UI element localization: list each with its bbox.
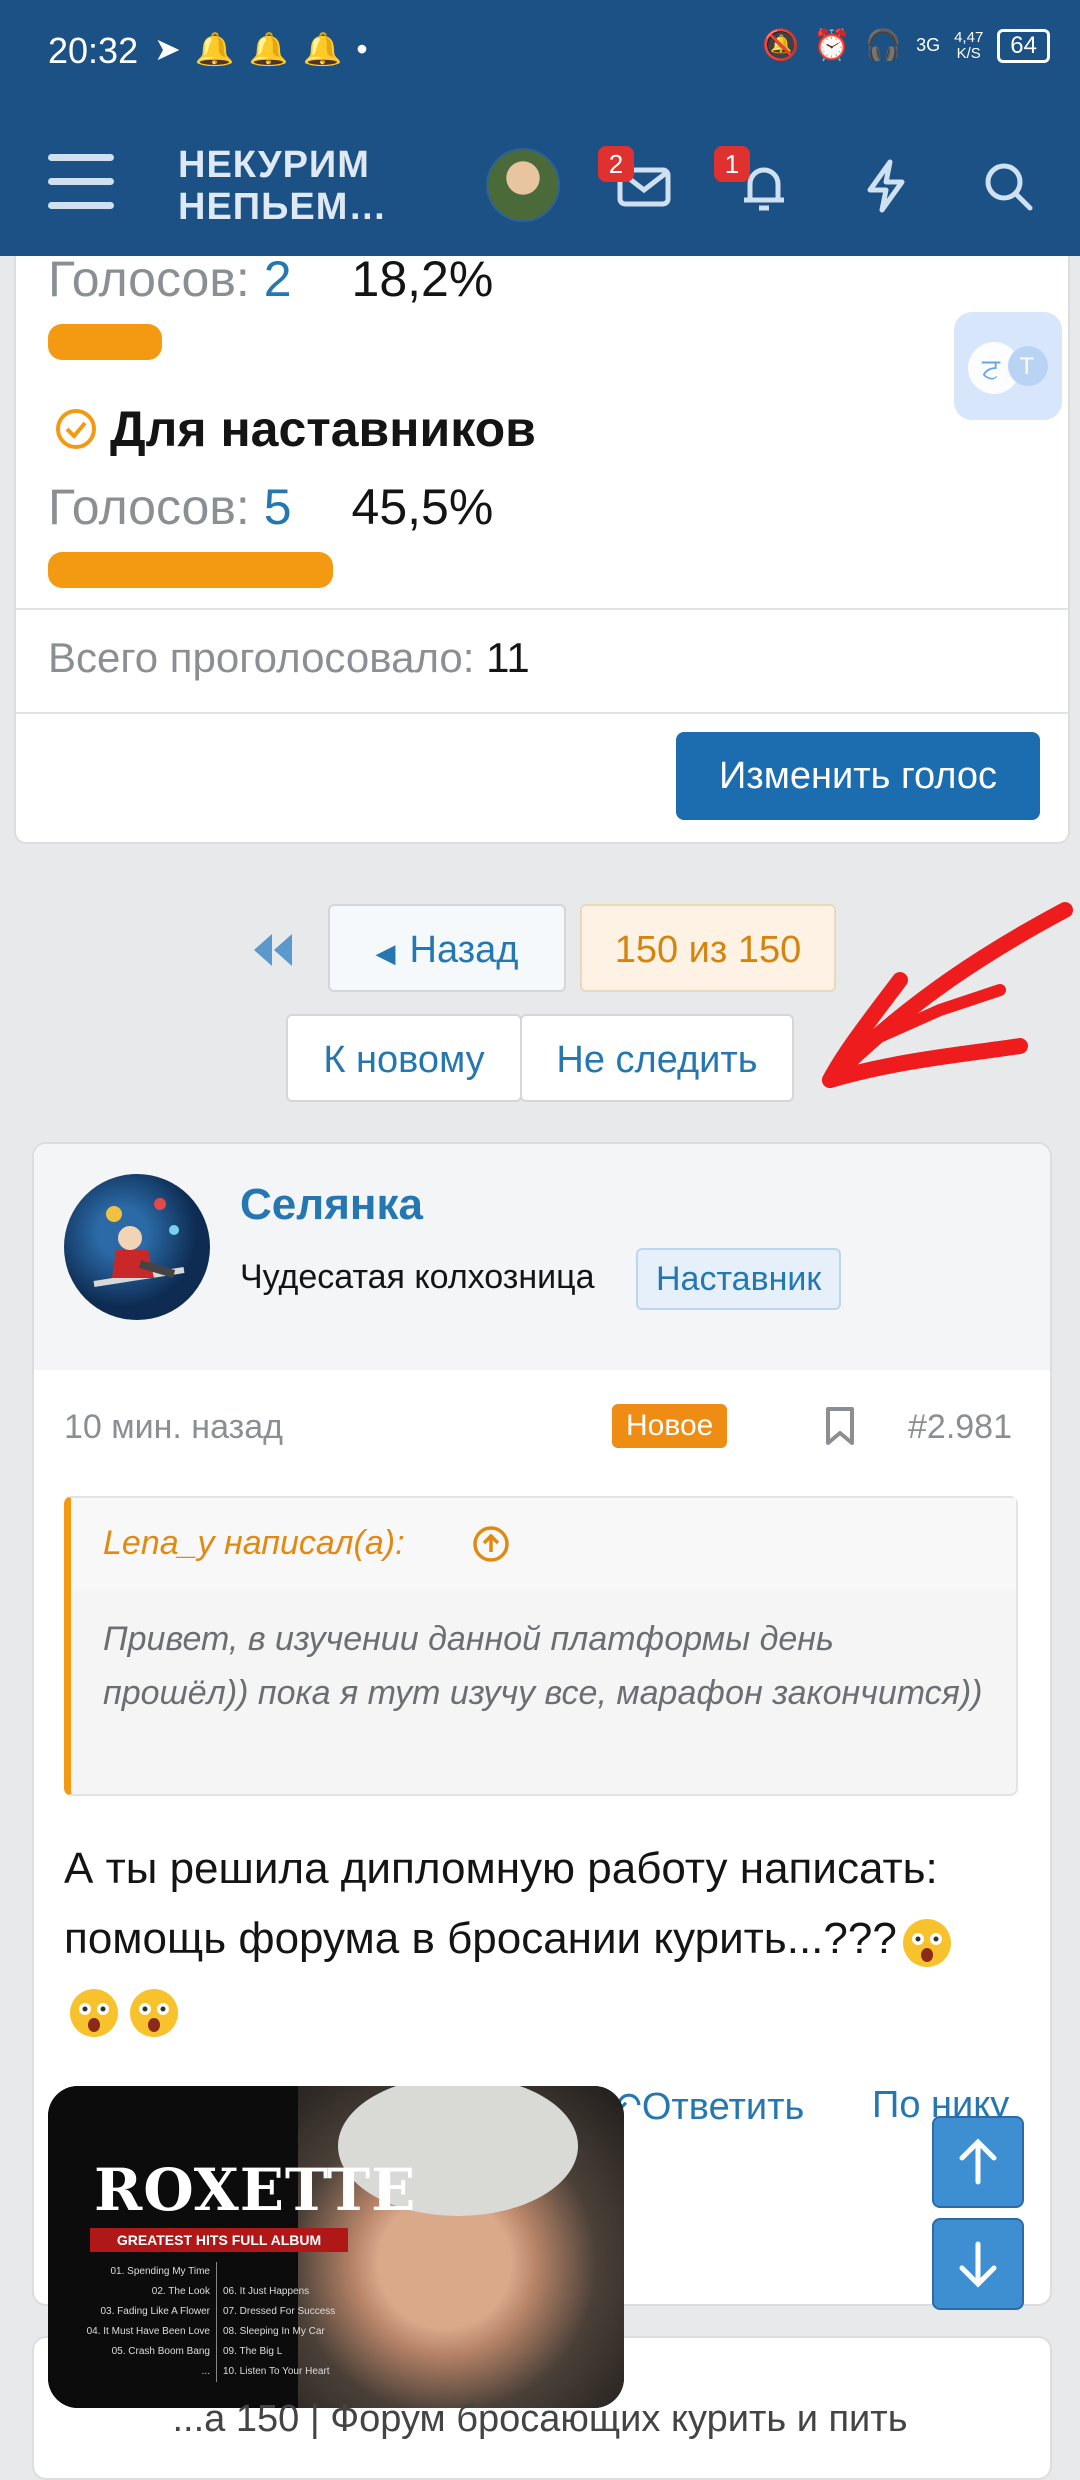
status-time: 20:32 (48, 30, 139, 71)
alerts-badge: 1 (714, 146, 750, 182)
track-row: 02. The Look 06. It Just Happens (70, 2282, 360, 2302)
first-page-icon[interactable] (246, 928, 300, 972)
poll-total: Всего проголосовало: 11 (48, 634, 530, 681)
media-popup-video[interactable]: ROXETTE GREATEST HITS FULL ALBUM 01. Spe… (48, 2086, 624, 2408)
new-badge: Новое (612, 1404, 728, 1448)
post-number[interactable]: #2.981 (908, 1408, 1012, 1447)
poll-results-card: Голосов: 2 18,2% Для наставников Голосов:… (14, 251, 1070, 844)
poll-option-votes: Голосов: 5 45,5% (48, 479, 494, 535)
scroll-down-button[interactable] (932, 2218, 1024, 2310)
poll-bar (48, 552, 333, 588)
mute-icon: 🔕 (762, 29, 800, 62)
prev-page-button[interactable]: ◀ Назад (328, 904, 566, 992)
inbox-badge: 2 (598, 146, 634, 182)
album-tracklist: 01. Spending My Time 02. The Look 06. It J… (70, 2262, 360, 2382)
network-type: 3G (916, 35, 941, 55)
votes-percent: 18,2% (351, 251, 494, 307)
chevron-left-icon: ◀ (375, 938, 396, 968)
role-badge: Наставник (636, 1248, 842, 1310)
bookmark-icon[interactable] (824, 1406, 856, 1446)
poll-option-votes: Голосов: 2 18,2% (48, 251, 494, 307)
divider (16, 712, 1068, 714)
site-logo-title[interactable]: НЕКУРИМ НЕПЬЕМ… (178, 144, 387, 228)
battery-indicator: 64 (997, 28, 1050, 63)
astonished-face-icon (70, 1989, 118, 2038)
poll-option-selected: Для наставников (54, 400, 536, 458)
svg-text:T: T (1019, 355, 1034, 380)
astonished-face-icon (130, 1989, 178, 2038)
alarm-icon: ⏰ (813, 29, 851, 62)
net-speed: 4,47 K/S (954, 28, 984, 62)
unwatch-button[interactable]: Не следить (520, 1014, 794, 1102)
poll-option-label: Для наставников (110, 401, 536, 457)
post-body: А ты решила дипломную работу написать: п… (64, 1834, 1004, 2044)
translate-button[interactable]: ਟ T (954, 312, 1062, 420)
arrow-down-icon (959, 2241, 997, 2288)
arrow-up-circle-icon[interactable] (471, 1524, 511, 1564)
check-circle-icon (56, 409, 96, 449)
user-avatar[interactable] (486, 148, 560, 222)
annotation-arrow (822, 902, 1073, 1088)
author-name[interactable]: Селянка (240, 1180, 423, 1230)
author-title: Чудесатая колхозница (240, 1258, 595, 1296)
quote-text: Привет, в изучении данной платформы день… (103, 1620, 983, 1712)
post-timestamp[interactable]: 10 мин. назад (64, 1408, 283, 1447)
change-vote-button[interactable]: Изменить голос (676, 732, 1040, 820)
quote-author[interactable]: Lena_y написал(а): (103, 1524, 405, 1563)
to-new-button[interactable]: К новому (286, 1014, 522, 1102)
reply-link[interactable]: ↶Ответить (610, 2084, 804, 2129)
album-artist: ROXETTE (94, 2156, 417, 2224)
menu-icon[interactable] (48, 154, 114, 210)
app-header: НЕКУРИМ НЕПЬЕМ… 2 1 (0, 112, 1080, 256)
votes-count: 5 (263, 479, 292, 535)
author-avatar[interactable] (64, 1174, 210, 1320)
headset-icon: 🎧 (864, 29, 903, 62)
svg-text:ਟ: ਟ (981, 352, 1001, 385)
status-bar: 20:32 ➤🔔🔔🔔• 🔕 ⏰ 🎧 3G 4,47 K/S 64 (0, 0, 1080, 112)
notification-icons: ➤🔔🔔🔔• (154, 31, 382, 67)
track-row: 03. Fading Like A Flower 07. Dressed For … (70, 2302, 360, 2322)
arrow-up-icon (959, 2138, 997, 2185)
page-title-footer: ...а 150 | Форум бросающих курить и пить (172, 2398, 908, 2440)
divider (16, 608, 1068, 610)
translate-icon: ਟ T (968, 342, 1048, 394)
track-row: 05. Crash Boom Bang 09. The Big L (70, 2342, 360, 2362)
track-row: 04. It Must Have Been Love 08. Sleeping I… (70, 2322, 360, 2342)
search-icon[interactable] (978, 156, 1038, 216)
album-title: GREATEST HITS FULL ALBUM (90, 2228, 348, 2252)
votes-count: 2 (263, 251, 292, 307)
votes-percent: 45,5% (351, 479, 494, 535)
system-icons: 🔕 ⏰ 🎧 3G 4,47 K/S 64 (762, 28, 1050, 63)
scroll-up-button[interactable] (932, 2116, 1024, 2208)
quote-block: Lena_y написал(а): Привет, в изучении да… (64, 1496, 1018, 1796)
lightning-icon[interactable] (856, 156, 916, 216)
track-row: ... 10. Listen To Your Heart (70, 2362, 360, 2382)
astonished-face-icon (902, 1919, 951, 1968)
post-header: Селянка Чудесатая колхозница Наставник (34, 1144, 1050, 1370)
track-row: 01. Spending My Time (70, 2262, 360, 2282)
poll-bar (48, 324, 162, 360)
